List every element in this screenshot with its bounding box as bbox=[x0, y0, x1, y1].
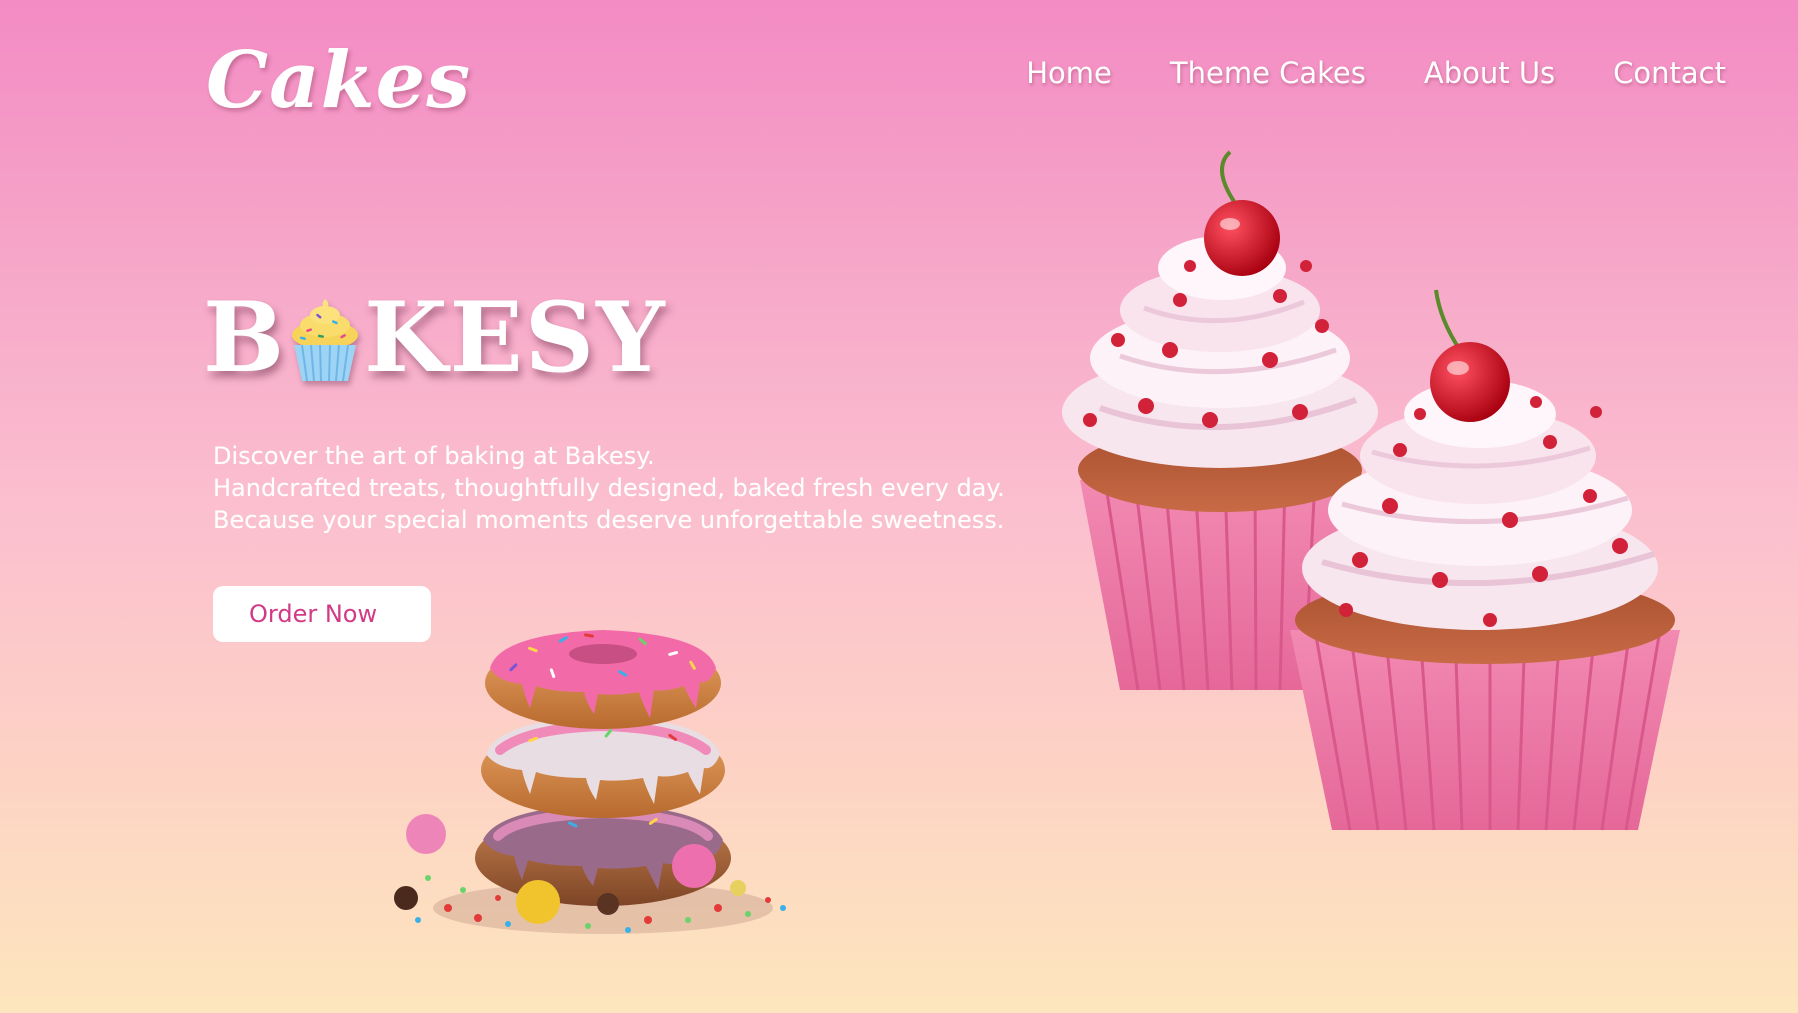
hero-line-1: Discover the art of baking at Bakesy. bbox=[213, 442, 655, 470]
nav-contact[interactable]: Contact bbox=[1613, 56, 1726, 90]
landing-page: Cakes Home Theme Cakes About Us Contact … bbox=[0, 0, 1798, 1013]
hero-title-prefix: B bbox=[203, 281, 287, 394]
logo[interactable]: Cakes bbox=[206, 42, 471, 120]
hero-title: B KESY bbox=[203, 290, 667, 386]
nav-home[interactable]: Home bbox=[1026, 56, 1112, 90]
hero-line-2: Handcrafted treats, thoughtfully designe… bbox=[213, 474, 1005, 502]
hero-line-3: Because your special moments deserve unf… bbox=[213, 506, 1005, 534]
hero-title-suffix: KESY bbox=[364, 281, 667, 394]
nav-theme-cakes[interactable]: Theme Cakes bbox=[1170, 56, 1366, 90]
cupcake-icon bbox=[292, 299, 359, 382]
cherry-cupcakes-image bbox=[1062, 150, 1680, 831]
main-nav: Home Theme Cakes About Us Contact bbox=[1026, 56, 1726, 90]
hero-description: Discover the art of baking at Bakesy. Ha… bbox=[213, 440, 1005, 536]
stacked-donuts-image bbox=[394, 630, 786, 934]
nav-about-us[interactable]: About Us bbox=[1424, 56, 1555, 90]
